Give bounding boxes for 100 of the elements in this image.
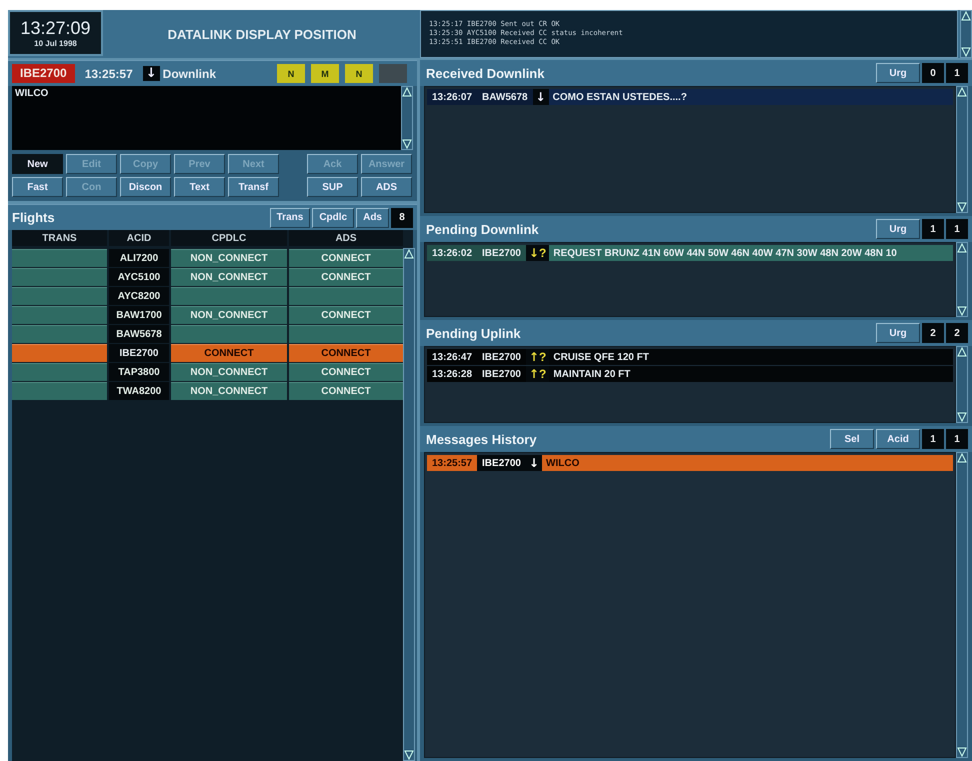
action-button[interactable]: Transf (228, 177, 279, 197)
action-button[interactable]: SUP (307, 177, 358, 197)
action-button[interactable]: Discon (120, 177, 171, 197)
scrollbar[interactable] (956, 452, 968, 758)
filter-button[interactable]: Cpdlc (312, 208, 354, 228)
message-time: 13:26:02 (427, 245, 478, 261)
direction-arrow: ↑ (528, 350, 540, 364)
message-count: 1 (946, 219, 968, 239)
table-cell[interactable]: AYC5100 (109, 268, 169, 286)
table-cell[interactable]: TWA8200 (109, 382, 169, 400)
message-count: 1 (922, 219, 944, 239)
table-cell: NON_CONNECT (171, 306, 287, 324)
column-header: TRANS (12, 230, 107, 246)
action-button[interactable]: ADS (361, 177, 412, 197)
scroll-up-icon (957, 243, 967, 253)
table-cell[interactable]: BAW1700 (109, 306, 169, 324)
message-count: 2 (922, 323, 944, 343)
message-row[interactable]: 13:25:57 IBE2700 ↓ WILCO (427, 455, 953, 471)
window-title: DATALINK DISPLAY POSITION (166, 26, 358, 44)
table-cell: CONNECT (289, 382, 403, 400)
filter-button[interactable]: Trans (270, 208, 310, 228)
action-button[interactable]: Fast (12, 177, 63, 197)
message-row[interactable]: 13:26:07 BAW5678 ↓ COMO ESTAN USTEDES....? (427, 89, 953, 105)
panel-title: Messages History (426, 432, 537, 446)
scrollbar[interactable] (956, 86, 968, 213)
table-cell: CONNECT (289, 249, 403, 267)
scroll-down-icon (957, 202, 967, 212)
table-cell[interactable]: AYC8200 (109, 287, 169, 305)
status-indicator: N (345, 64, 373, 83)
message-row[interactable]: 13:26:02 IBE2700 ↓? REQUEST BRUNZ 41N 60W 44N 50W 46N 40W 47N 30W 48N 20W 48N 10 (427, 245, 953, 261)
scrollbar[interactable] (403, 248, 415, 761)
panel-title: Received Downlink (426, 66, 544, 80)
scroll-down-icon (957, 747, 967, 757)
message-text: WILCO (545, 458, 580, 468)
action-button[interactable]: New (12, 154, 63, 174)
message-time: 13:25:57 (84, 66, 133, 80)
scroll-up-icon (957, 87, 967, 97)
filter-button[interactable]: Sel (830, 429, 874, 449)
message-count: 1 (946, 429, 968, 449)
panel-title: Pending Downlink (426, 222, 539, 236)
panel-title: Flights (12, 210, 55, 225)
message-text: WILCO (12, 86, 401, 150)
table-cell: NON_CONNECT (171, 268, 287, 286)
query-mark: ? (539, 367, 546, 381)
table-cell: NON_CONNECT (171, 363, 287, 381)
message-text: MAINTAIN 20 FT (552, 368, 630, 380)
scroll-up-icon (402, 87, 412, 97)
message-callsign: BAW5678 (477, 89, 533, 105)
message-count: 1 (946, 63, 968, 83)
message-count: 2 (946, 323, 968, 343)
scroll-up-icon (957, 453, 967, 463)
message-text: COMO ESTAN USTEDES....? (552, 92, 687, 102)
message-text: CRUISE QFE 120 FT (552, 352, 649, 362)
scrollbar[interactable] (401, 86, 413, 150)
direction-arrow: ↓ (536, 90, 546, 104)
table-cell: CONNECT (289, 268, 403, 286)
scrollbar[interactable] (960, 10, 972, 58)
panel-title: Pending Uplink (426, 326, 521, 340)
scroll-down-icon (404, 750, 414, 760)
column-header: CPDLC (171, 230, 287, 246)
direction-arrow: ↑ (528, 367, 540, 381)
direction-label: Downlink (162, 66, 216, 80)
message-callsign: IBE2700 (477, 245, 526, 261)
table-cell[interactable]: ALI7200 (109, 249, 169, 267)
message-row[interactable]: 13:26:28 IBE2700 ↑? MAINTAIN 20 FT (427, 366, 953, 382)
message-count: 1 (922, 429, 944, 449)
filter-button[interactable]: Urg (876, 63, 920, 83)
table-cell: CONNECT (289, 344, 403, 362)
table-cell: CONNECT (171, 344, 287, 362)
message-count: 0 (922, 63, 944, 83)
table-cell: CONNECT (289, 363, 403, 381)
message-callsign: IBE2700 (477, 455, 526, 471)
table-cell[interactable]: BAW5678 (109, 325, 169, 343)
status-indicator: M (311, 64, 339, 83)
clock-time: 13:27:09 (20, 18, 91, 39)
table-cell: CONNECT (289, 306, 403, 324)
query-mark: ? (539, 350, 546, 364)
status-lamp (379, 64, 407, 83)
filter-button[interactable]: Acid (876, 429, 920, 449)
scroll-up-icon (957, 347, 967, 357)
scroll-down-icon (957, 412, 967, 422)
filter-button[interactable]: Ads (356, 208, 389, 228)
flight-count: 8 (391, 208, 413, 228)
action-button[interactable]: Text (174, 177, 225, 197)
table-cell[interactable]: IBE2700 (109, 344, 169, 362)
filter-button[interactable]: Urg (876, 323, 920, 343)
column-header: ADS (289, 230, 403, 246)
scrollbar[interactable] (956, 242, 968, 317)
direction-arrow: ↓ (528, 456, 540, 470)
status-indicator: N (277, 64, 305, 83)
message-row[interactable]: 13:26:47 IBE2700 ↑? CRUISE QFE 120 FT (427, 349, 953, 365)
table-cell: NON_CONNECT (171, 249, 287, 267)
message-text: REQUEST BRUNZ 41N 60W 44N 50W 46N 40W 47N 30W 48N 20W 48N 10 (552, 248, 897, 258)
scroll-up-icon (961, 11, 971, 21)
filter-button[interactable]: Urg (876, 219, 920, 239)
scroll-up-icon (404, 249, 414, 259)
table-cell[interactable]: TAP3800 (109, 363, 169, 381)
scroll-down-icon (402, 139, 412, 149)
column-header: ACID (109, 230, 169, 246)
scrollbar[interactable] (956, 346, 968, 423)
